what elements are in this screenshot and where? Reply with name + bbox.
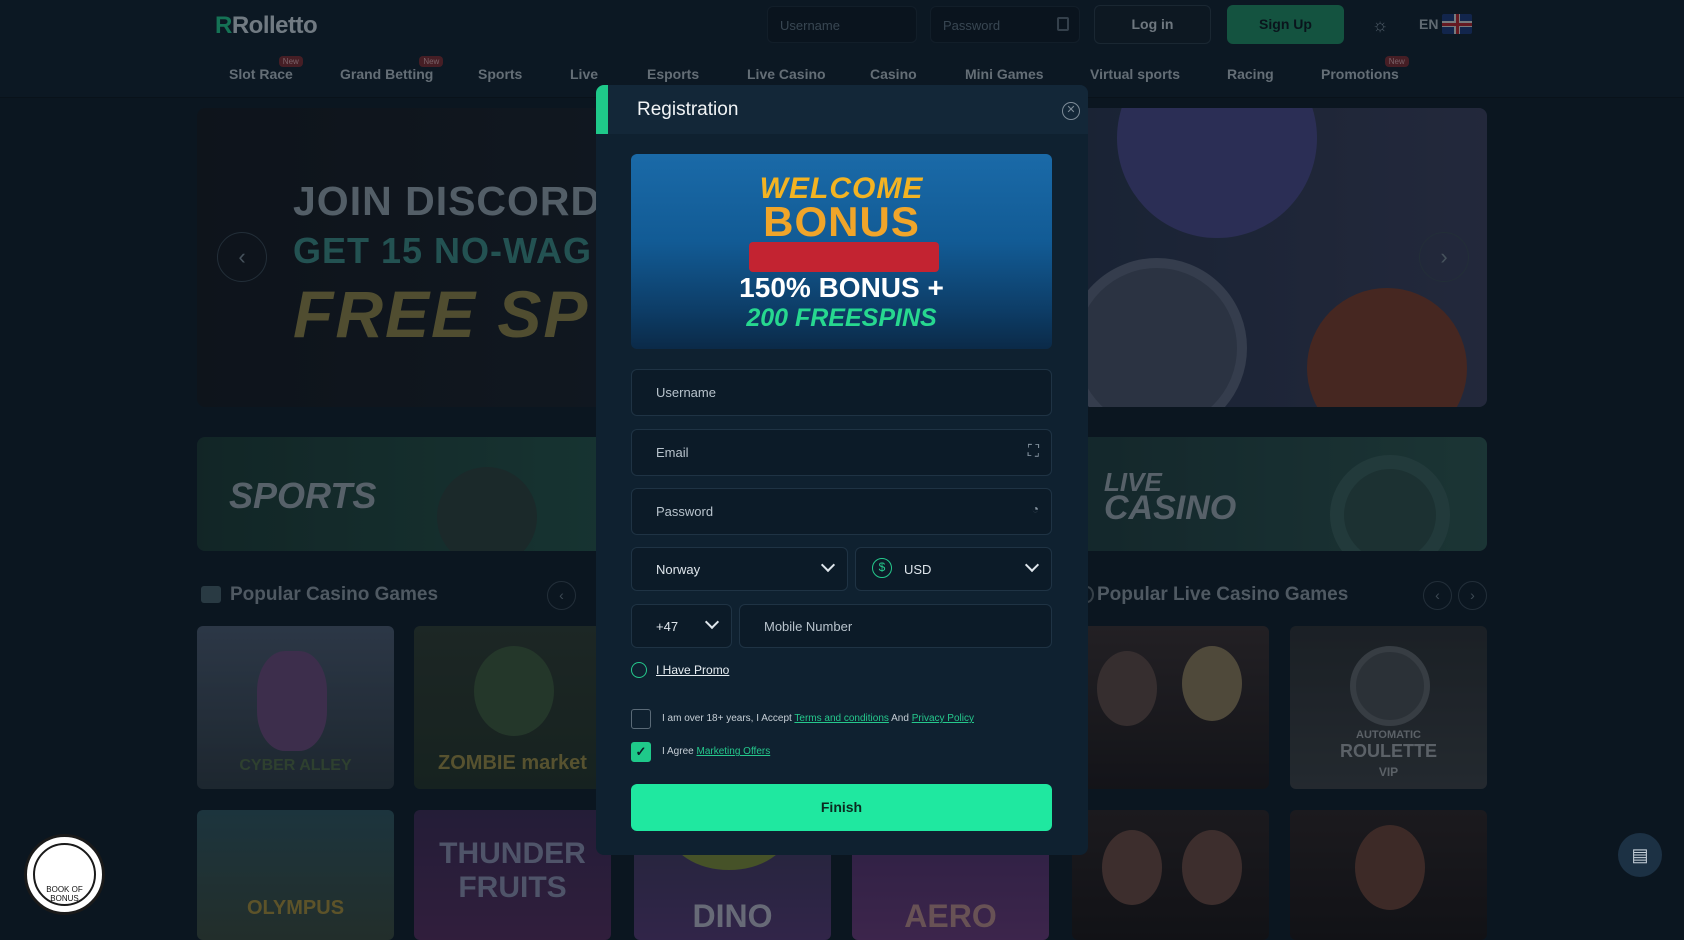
dollar-icon: $ xyxy=(872,558,892,578)
promo-check-icon xyxy=(631,662,647,678)
marketing-text: I Agree Marketing Offers xyxy=(662,746,770,757)
age-terms-checkbox[interactable] xyxy=(631,709,651,729)
phone-code-select[interactable]: +47 xyxy=(631,604,732,648)
modal-title: Registration xyxy=(637,99,739,120)
chevron-down-icon xyxy=(1024,557,1040,573)
email-placeholder: Email xyxy=(656,445,689,460)
chevron-down-icon xyxy=(704,614,720,630)
country-value: Norway xyxy=(656,562,701,577)
promo-freespins: 200 FREESPINS xyxy=(746,304,937,332)
welcome-bonus-banner: WELCOME BONUS 150% BONUS + 200 FREESPINS xyxy=(631,154,1052,349)
modal-header: Registration ✕ xyxy=(596,85,1088,134)
have-promo-link[interactable]: I Have Promo xyxy=(656,663,729,677)
currency-value: USD xyxy=(904,562,932,577)
email-field[interactable]: Email ⛶ xyxy=(631,429,1052,476)
password-placeholder: Password xyxy=(656,504,714,519)
promo-stage-image xyxy=(749,242,939,272)
promo-bonus: BONUS xyxy=(763,198,920,245)
book-of-bonus-badge[interactable]: BOOK OF BONUS xyxy=(24,834,105,915)
page: RRolletto Username Password Log in Sign … xyxy=(0,0,1684,940)
chevron-down-icon xyxy=(820,557,836,573)
book-icon: BOOK OF BONUS xyxy=(33,843,96,906)
book-of-bonus-label: BOOK OF BONUS xyxy=(46,885,83,903)
promo-percent: 150% BONUS + xyxy=(739,272,944,303)
marketing-link[interactable]: Marketing Offers xyxy=(696,746,770,757)
marketing-checkbox[interactable]: ✓ xyxy=(631,742,651,762)
age-terms-text: I am over 18+ years, I Accept Terms and … xyxy=(662,713,974,724)
modal-accent-bar xyxy=(596,85,608,134)
currency-select[interactable]: $ USD xyxy=(855,547,1052,591)
close-icon[interactable]: ✕ xyxy=(1062,102,1080,120)
scan-icon[interactable]: ⛶ xyxy=(1028,443,1039,461)
password-field[interactable]: Password ◔ xyxy=(631,488,1052,535)
username-field[interactable]: Username xyxy=(631,369,1052,416)
country-select[interactable]: Norway xyxy=(631,547,848,591)
and-text: And xyxy=(891,713,909,724)
privacy-link[interactable]: Privacy Policy xyxy=(912,713,974,724)
finish-button[interactable]: Finish xyxy=(631,784,1052,831)
registration-modal: Registration ✕ WELCOME BONUS 150% BONUS … xyxy=(596,85,1088,855)
chat-icon[interactable]: ▤ xyxy=(1618,833,1662,877)
terms-link[interactable]: Terms and conditions xyxy=(794,713,889,724)
phone-code-value: +47 xyxy=(656,619,679,634)
eye-icon[interactable]: ◔ xyxy=(1032,502,1039,516)
age-text: I am over 18+ years, I Accept xyxy=(662,713,792,724)
mobile-number-input[interactable]: Mobile Number xyxy=(739,604,1052,648)
agree-text: I Agree xyxy=(662,746,694,757)
